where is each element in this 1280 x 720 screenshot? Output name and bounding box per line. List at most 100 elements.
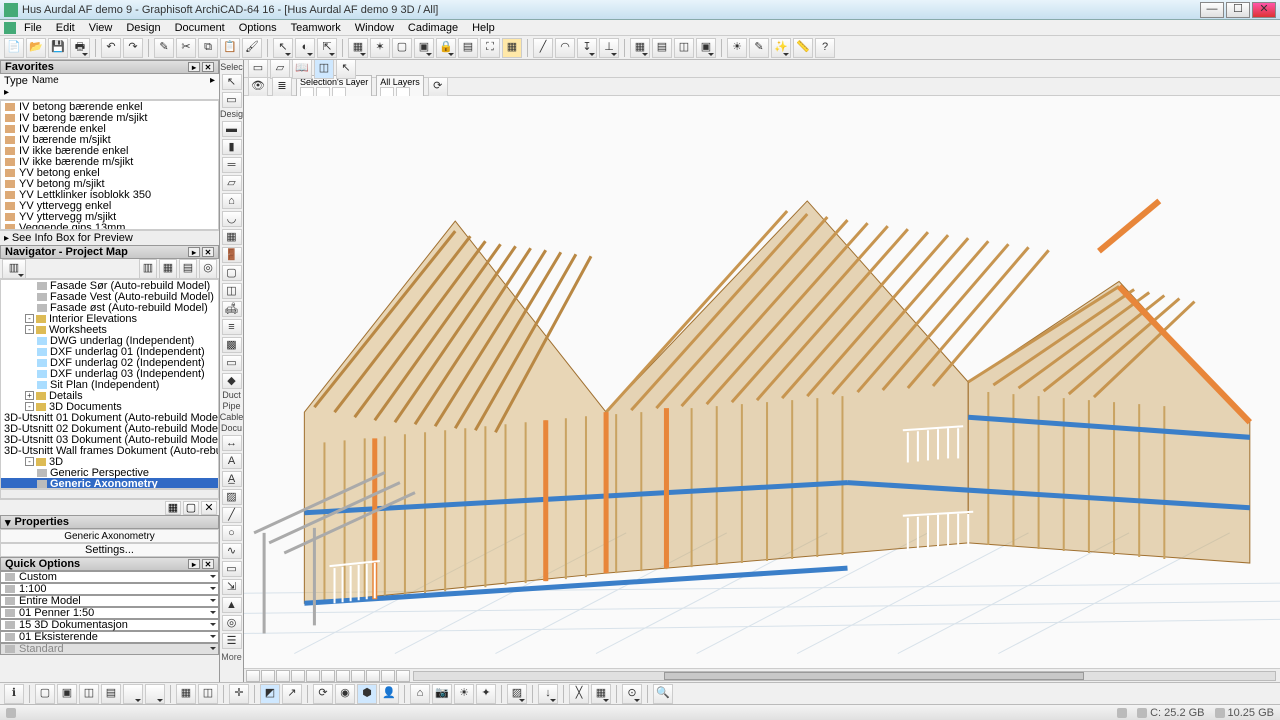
pen-button[interactable]: ✎	[749, 38, 769, 58]
close-button[interactable]: ✕	[1252, 2, 1276, 18]
menu-teamwork[interactable]: Teamwork	[285, 22, 347, 34]
info-icon[interactable]: ℹ	[4, 684, 24, 704]
zoom-next-icon[interactable]	[321, 670, 335, 682]
tree-item[interactable]: Fasade Vest (Auto-rebuild Model)	[1, 291, 218, 302]
guides-button[interactable]: ⇱	[317, 38, 337, 58]
fill-tool[interactable]: ▨	[222, 489, 242, 505]
tree-item[interactable]: 3D-Utsnitt Wall frames Dokument (Auto-re…	[1, 445, 218, 456]
quickoptions-close-icon[interactable]: ✕	[202, 559, 214, 569]
snap-grid-icon[interactable]: ▦	[591, 684, 611, 704]
zoom-fit-icon[interactable]	[261, 670, 275, 682]
tree-item[interactable]: DXF underlag 01 (Independent)	[1, 346, 218, 357]
offset-button[interactable]: ↧	[577, 38, 597, 58]
tree-item[interactable]: 3D-Utsnitt 03 Dokument (Auto-rebuild Mod…	[1, 434, 218, 445]
menu-cadimage[interactable]: Cadimage	[402, 22, 464, 34]
trace-button[interactable]: ▦	[502, 38, 522, 58]
favorite-item[interactable]: IV bærende enkel	[1, 123, 218, 134]
tree-toggle-icon[interactable]: -	[25, 314, 34, 323]
origin-icon[interactable]: ✛	[229, 684, 249, 704]
tree-item[interactable]: Fasade Sør (Auto-rebuild Model)	[1, 280, 218, 291]
renovation-button[interactable]: ▣	[696, 38, 716, 58]
text-tool[interactable]: A	[222, 453, 242, 469]
favorites-col-name[interactable]: Name	[32, 75, 59, 98]
status-reload-icon[interactable]	[1117, 708, 1127, 718]
slab-tool[interactable]: ▱	[222, 175, 242, 191]
tree-item[interactable]: -3D Documents	[1, 401, 218, 412]
beam-tool[interactable]: ═	[222, 157, 242, 173]
favorite-item[interactable]: YV yttervegg enkel	[1, 200, 218, 211]
navigator-publisher-icon[interactable]: ◎	[199, 259, 217, 279]
spline-tool[interactable]: ∿	[222, 543, 242, 559]
favorites-close-icon[interactable]: ✕	[202, 62, 214, 72]
3d-camera-icon[interactable]: 📷	[432, 684, 452, 704]
favorites-list[interactable]: IV betong bærende enkelIV betong bærende…	[0, 100, 219, 230]
tree-item[interactable]: +Details	[1, 390, 218, 401]
zoom-scale-icon[interactable]	[396, 670, 410, 682]
section-tool[interactable]: ⇲	[222, 579, 242, 595]
arrow-tool[interactable]: ↖	[222, 74, 242, 90]
favorites-header[interactable]: Favorites ▸ ✕	[0, 60, 219, 74]
quickoptions-header[interactable]: Quick Options ▸ ✕	[0, 557, 219, 571]
tree-item[interactable]: 3D-Utsnitt 02 Dokument (Auto-rebuild Mod…	[1, 423, 218, 434]
paste-button[interactable]: 📋	[220, 38, 240, 58]
favorite-item[interactable]: IV bærende m/sjikt	[1, 134, 218, 145]
3d-render-icon[interactable]: ✦	[476, 684, 496, 704]
navigator-hscroll[interactable]	[0, 489, 219, 499]
3d-persp-icon[interactable]: ⬢	[357, 684, 377, 704]
favorite-item[interactable]: IV ikke bærende enkel	[1, 145, 218, 156]
tree-item[interactable]: 3D-Utsnitt 01 Dokument (Auto-rebuild Mod…	[1, 412, 218, 423]
window-tool[interactable]: ▢	[222, 265, 242, 281]
line-tool[interactable]: ╱	[222, 507, 242, 523]
skylight-tool[interactable]: ◫	[222, 283, 242, 299]
menu-document[interactable]: Document	[169, 22, 231, 34]
undo-button[interactable]: ↶	[101, 38, 121, 58]
view-nav-book[interactable]: 📖	[292, 60, 312, 79]
tree-item[interactable]: DXF underlag 02 (Independent)	[1, 357, 218, 368]
zoom-presets-icon[interactable]	[381, 670, 395, 682]
menu-options[interactable]: Options	[233, 22, 283, 34]
redo-button[interactable]: ↷	[123, 38, 143, 58]
dimension-tool[interactable]: ↔	[222, 435, 242, 451]
tree-toggle-icon[interactable]: -	[25, 457, 34, 466]
navigator-layoutbook-icon[interactable]: ▤	[179, 259, 197, 279]
group-button[interactable]: ▢	[392, 38, 412, 58]
3d-viewport[interactable]	[244, 96, 1280, 668]
favorites-opts-icon[interactable]: ▸	[188, 62, 200, 72]
zoom-prev-icon[interactable]	[306, 670, 320, 682]
properties-settings-button[interactable]: Settings...▸	[0, 543, 219, 557]
eye-toggle-icon[interactable]: 👁	[248, 77, 268, 97]
favorite-item[interactable]: IV ikke bærende m/sjikt	[1, 156, 218, 167]
properties-header[interactable]: ▾Properties	[0, 515, 219, 529]
favorite-item[interactable]: Veggende gips 13mm	[1, 222, 218, 230]
save-button[interactable]: 💾	[48, 38, 68, 58]
menu-help[interactable]: Help	[466, 22, 501, 34]
tree-item[interactable]: DWG underlag (Independent)	[1, 335, 218, 346]
favorite-item[interactable]: YV Lettklinker isoblokk 350	[1, 189, 218, 200]
plot-button[interactable]: 🖶	[70, 38, 90, 58]
zoom-page-icon[interactable]	[246, 670, 260, 682]
curtainwall-tool[interactable]: ▦	[222, 229, 242, 245]
favorites-more-icon[interactable]: ▸	[210, 75, 215, 98]
tool-more-label[interactable]: More	[221, 652, 242, 662]
tree-item[interactable]: Generic Axonometry	[1, 478, 218, 489]
tree-toggle-icon[interactable]: -	[25, 325, 34, 334]
window-3d-icon[interactable]: ◫	[79, 684, 99, 704]
mesh-tool[interactable]: ▩	[222, 337, 242, 353]
3d-sun-icon[interactable]: ☀	[454, 684, 474, 704]
open-button[interactable]: 📂	[26, 38, 46, 58]
stair-tool[interactable]: ≡	[222, 319, 242, 335]
menu-edit[interactable]: Edit	[50, 22, 81, 34]
column-tool[interactable]: ▮	[222, 139, 242, 155]
label-tool[interactable]: A̲	[222, 471, 242, 487]
layer-extra-icon[interactable]: ⟳	[428, 77, 448, 97]
3d-walk-icon[interactable]: 👤	[379, 684, 399, 704]
quickoption-row[interactable]: 15 3D Dokumentasjon	[0, 619, 219, 631]
new-button[interactable]: 📄	[4, 38, 24, 58]
view-nav-arrow[interactable]: ↖	[336, 60, 356, 79]
layer-manage-icon[interactable]: ≣	[272, 77, 292, 97]
marquee-tool[interactable]: ▭	[222, 92, 242, 108]
navigator-close-icon[interactable]: ✕	[202, 247, 214, 257]
onscreen-view-button[interactable]: ▤	[652, 38, 672, 58]
all-layers-group[interactable]: All Layers	[376, 75, 424, 99]
quickoption-row[interactable]: Custom	[0, 571, 219, 583]
